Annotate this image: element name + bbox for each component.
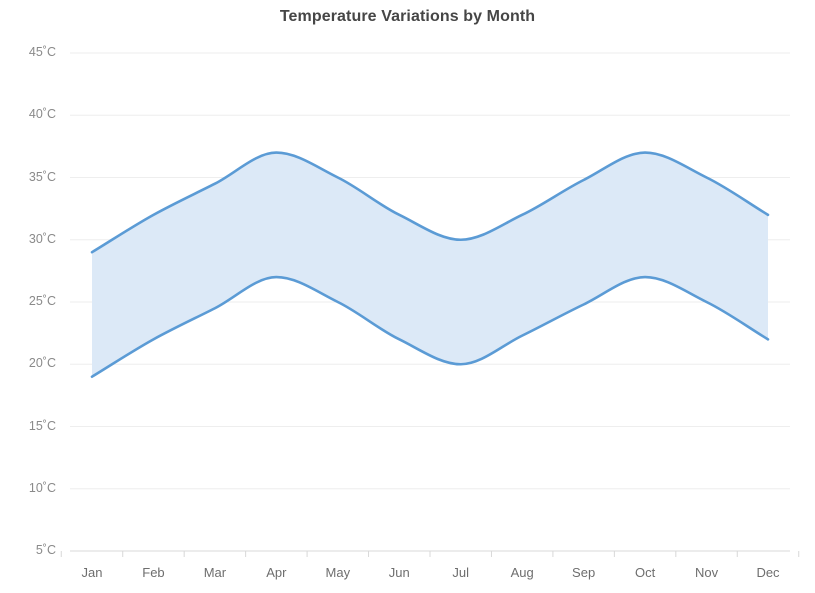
band-fill bbox=[92, 152, 768, 377]
temperature-band-area bbox=[92, 152, 768, 377]
y-axis-tick-label: 30˚C bbox=[28, 231, 56, 246]
y-axis-tick-label: 5˚C bbox=[35, 543, 56, 557]
x-axis-tick-label: May bbox=[325, 565, 351, 580]
chart-container: Temperature Variations by Month 5˚C 10˚C 1… bbox=[0, 0, 815, 593]
x-axis-tick-label: Feb bbox=[142, 565, 165, 580]
y-axis-tick-label: 10˚C bbox=[28, 480, 56, 495]
x-axis-tick-label: Jan bbox=[81, 565, 103, 580]
x-axis-tick-label: Mar bbox=[203, 565, 227, 580]
x-axis-tick-label: Apr bbox=[266, 565, 287, 580]
y-axis-tick-label: 20˚C bbox=[28, 356, 56, 371]
x-axis-tick-label: Sep bbox=[572, 565, 596, 580]
x-axis-line-and-ticks bbox=[60, 550, 800, 557]
x-axis-tick-label: Oct bbox=[634, 565, 656, 580]
x-axis-tick-label: Nov bbox=[694, 565, 719, 580]
y-axis-tick-label: 35˚C bbox=[28, 169, 56, 184]
y-axis-tick-label: 40˚C bbox=[28, 107, 56, 122]
x-axis-tick-label: Dec bbox=[756, 565, 780, 580]
y-axis-tick-label: 25˚C bbox=[28, 294, 56, 308]
chart-plot-area bbox=[60, 52, 800, 557]
y-axis-tick-label: 15˚C bbox=[28, 418, 56, 433]
y-axis-tick-label: 45˚C bbox=[28, 45, 56, 59]
x-axis-tick-label: Aug bbox=[510, 565, 534, 580]
x-axis-tick-label: Jul bbox=[452, 565, 470, 580]
x-axis-tick-label: Jun bbox=[388, 565, 410, 580]
